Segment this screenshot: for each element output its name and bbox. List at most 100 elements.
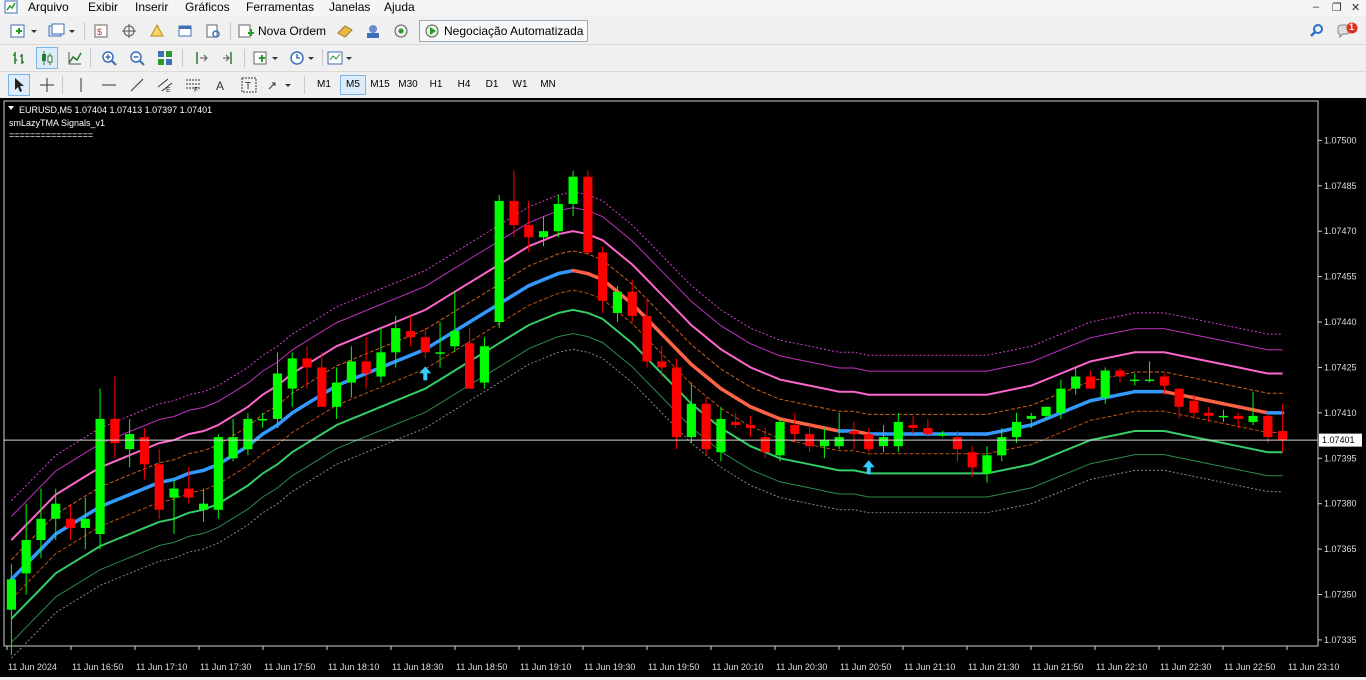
candle-body <box>184 488 194 498</box>
indicator-name: smLazyTMA Signals_v1 <box>9 118 105 128</box>
autotrading-label: Negociação Automatizada <box>444 24 584 38</box>
profiles-button[interactable] <box>46 20 78 42</box>
candle-body <box>627 291 637 316</box>
notifications-icon[interactable]: 1 <box>1334 20 1362 42</box>
arrows-button[interactable] <box>266 74 296 96</box>
auto-scroll-button[interactable] <box>218 47 240 69</box>
candle-body <box>317 367 327 407</box>
candle-body <box>1278 431 1288 441</box>
search-icon[interactable] <box>1306 20 1328 42</box>
candle-body <box>110 418 120 444</box>
chart-shift-button[interactable] <box>190 47 212 69</box>
indicators-button[interactable] <box>252 47 282 69</box>
timeframe-w1[interactable]: W1 <box>508 75 532 95</box>
candle-body <box>243 418 253 450</box>
market-watch-button[interactable]: $ <box>90 20 112 42</box>
vertical-line-icon[interactable] <box>70 74 92 96</box>
new-order-button[interactable]: Nova Ordem <box>238 20 326 42</box>
candle-body <box>51 503 61 519</box>
zoom-in-icon[interactable] <box>98 47 120 69</box>
candle-body <box>1041 406 1051 416</box>
toolbar-drawing: E F A T M1 M5 M15 M30 H1 H4 D1 W1 MN <box>0 72 1366 99</box>
price-chart[interactable]: 1.07500 1.07485 1.07470 1.07455 1.07440 1.074… <box>0 98 1366 677</box>
close-icon[interactable]: ✕ <box>1351 1 1360 14</box>
crosshair-icon[interactable] <box>36 74 58 96</box>
text-label-icon[interactable]: T <box>238 74 260 96</box>
timeframe-m15[interactable]: M15 <box>368 75 392 95</box>
strategy-tester-button[interactable] <box>202 20 224 42</box>
menu-ferramentas[interactable]: Ferramentas <box>246 0 314 16</box>
notification-count: 1 <box>1349 22 1355 32</box>
terminal-button[interactable] <box>174 20 196 42</box>
trendline-icon[interactable] <box>126 74 148 96</box>
y-tick-label: 1.07500 <box>1324 135 1357 145</box>
market-button[interactable] <box>334 20 356 42</box>
candle-body <box>272 373 283 419</box>
y-tick-label: 1.07485 <box>1324 181 1357 191</box>
signals-button[interactable] <box>362 20 384 42</box>
equidistant-channel-icon[interactable]: E <box>154 74 176 96</box>
crosshair-data-button[interactable] <box>118 20 140 42</box>
candle-body <box>686 403 696 438</box>
chart-window[interactable]: 1.07500 1.07485 1.07470 1.07455 1.07440 1.074… <box>0 98 1366 677</box>
candle-body <box>391 328 401 353</box>
horizontal-line-icon[interactable] <box>98 74 120 96</box>
x-tick-label: 11 Jun 19:50 <box>648 662 699 672</box>
y-tick-label: 1.07410 <box>1324 408 1357 418</box>
toolbar-separator <box>84 22 85 40</box>
candlestick-button[interactable] <box>36 47 58 69</box>
menu-inserir[interactable]: Inserir <box>135 0 168 16</box>
candle-body <box>376 352 386 377</box>
x-tick-label: 11 Jun 17:50 <box>264 662 315 672</box>
menu-arquivo[interactable]: Arquivo <box>28 0 69 16</box>
new-order-label: Nova Ordem <box>258 24 327 38</box>
menu-ajuda[interactable]: Ajuda <box>384 0 415 16</box>
candle-body <box>1100 370 1110 398</box>
candle-body <box>1263 415 1273 438</box>
timeframe-m5[interactable]: M5 <box>340 75 366 95</box>
x-tick-label: 11 Jun 23:10 <box>1288 662 1339 672</box>
timeframe-h1[interactable]: H1 <box>424 75 448 95</box>
timeframe-mn[interactable]: MN <box>536 75 560 95</box>
candle-body <box>819 440 829 447</box>
autotrading-button[interactable]: Negociação Automatizada <box>419 20 589 42</box>
menu-janelas[interactable]: Janelas <box>329 0 370 16</box>
x-tick-label: 11 Jun 19:30 <box>584 662 635 672</box>
fibonacci-icon[interactable]: F <box>182 74 204 96</box>
minimize-icon[interactable]: – <box>1313 1 1319 13</box>
menu-graficos[interactable]: Gráficos <box>185 0 230 16</box>
templates-button[interactable] <box>326 47 356 69</box>
candle-body <box>790 424 800 435</box>
candle-body <box>1056 388 1066 413</box>
app-icon[interactable] <box>4 0 20 16</box>
menu-exibir[interactable]: Exibir <box>88 0 118 16</box>
restore-icon[interactable]: ❐ <box>1332 1 1342 14</box>
periods-button[interactable] <box>288 47 318 69</box>
toolbar-separator <box>322 49 323 67</box>
candle-body <box>405 331 416 338</box>
candle-body <box>967 452 977 468</box>
candle-body <box>509 200 519 226</box>
zoom-out-icon[interactable] <box>126 47 148 69</box>
candle-body <box>65 518 76 528</box>
bar-chart-button[interactable] <box>8 47 30 69</box>
navigator-button[interactable] <box>146 20 168 42</box>
x-tick-label: 11 Jun 22:50 <box>1224 662 1275 672</box>
tile-windows-button[interactable] <box>154 47 176 69</box>
timeframe-h4[interactable]: H4 <box>452 75 476 95</box>
timeframe-m30[interactable]: M30 <box>396 75 420 95</box>
symbol-info: EURUSD,M5 1.07404 1.07413 1.07397 1.0740… <box>19 105 212 115</box>
text-icon[interactable]: A <box>210 74 232 96</box>
y-tick-label: 1.07335 <box>1324 635 1357 645</box>
vps-button[interactable] <box>390 20 412 42</box>
timeframe-m1[interactable]: M1 <box>312 75 336 95</box>
x-tick-label: 11 Jun 16:50 <box>72 662 123 672</box>
y-tick-label: 1.07365 <box>1324 544 1357 554</box>
candle-body <box>1011 421 1022 438</box>
line-chart-button[interactable] <box>64 47 86 69</box>
y-tick-label: 1.07380 <box>1324 499 1357 509</box>
timeframe-d1[interactable]: D1 <box>480 75 504 95</box>
cursor-icon[interactable] <box>8 74 30 96</box>
candle-body <box>465 343 475 389</box>
new-chart-button[interactable] <box>8 20 40 42</box>
